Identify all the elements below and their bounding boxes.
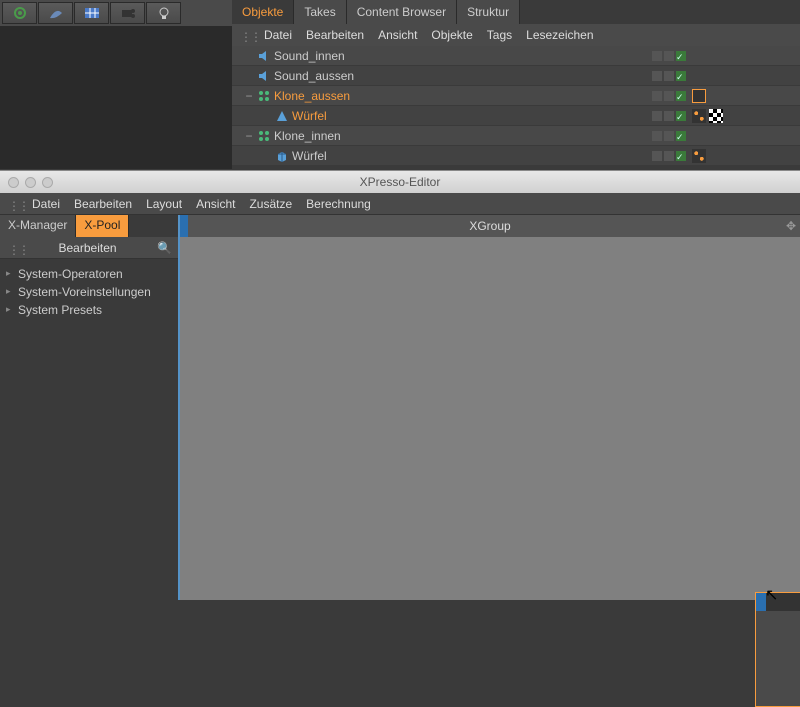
hierarchy-row[interactable]: Würfel <box>232 146 800 166</box>
object-hierarchy[interactable]: Sound_innen Sound_aussen − Klone_aussen Würf… <box>232 46 800 170</box>
xp-menu-berechnung[interactable]: Berechnung <box>306 197 371 211</box>
object-label[interactable]: Würfel <box>292 109 327 123</box>
tool-leaf-icon[interactable] <box>38 2 73 24</box>
menu-ansicht[interactable]: Ansicht <box>378 28 417 42</box>
xpresso-node[interactable]: Klone_aussen <box>755 592 800 707</box>
visibility-flags[interactable] <box>652 91 686 101</box>
xpresso-tag-icon[interactable] <box>692 89 706 103</box>
tool-bulb-icon[interactable] <box>146 2 181 24</box>
window-titlebar[interactable]: XPresso-Editor <box>0 171 800 193</box>
hierarchy-row[interactable]: − Klone_innen <box>232 126 800 146</box>
expander-icon[interactable]: − <box>244 129 254 143</box>
object-label[interactable]: Klone_innen <box>274 129 341 143</box>
xp-menu-ansicht[interactable]: Ansicht <box>196 197 235 211</box>
menu-grip-icon[interactable] <box>8 199 18 209</box>
menu-bearbeiten[interactable]: Bearbeiten <box>306 28 364 42</box>
viewport-placeholder <box>0 26 232 169</box>
menu-tags[interactable]: Tags <box>487 28 512 42</box>
canvas-header[interactable]: XGroup ✥ <box>180 215 800 237</box>
node-input-port[interactable] <box>756 593 766 611</box>
hierarchy-row[interactable]: Würfel <box>232 106 800 126</box>
tab-x-manager[interactable]: X-Manager <box>0 215 76 237</box>
tool-camera-icon[interactable] <box>110 2 145 24</box>
xpresso-window: XPresso-Editor Datei Bearbeiten Layout A… <box>0 170 800 600</box>
tab-takes[interactable]: Takes <box>294 0 346 24</box>
tool-atom-icon[interactable] <box>2 2 37 24</box>
effector-tag-icon[interactable] <box>692 149 706 163</box>
traffic-lights[interactable] <box>0 177 53 188</box>
search-icon[interactable]: 🔍 <box>157 241 172 255</box>
object-label[interactable]: Sound_innen <box>274 49 345 63</box>
xp-menu-bearbeiten[interactable]: Bearbeiten <box>74 197 132 211</box>
object-type-icon <box>275 109 289 123</box>
main-tabs: Objekte Takes Content Browser Struktur <box>232 0 800 24</box>
visibility-flags[interactable] <box>652 71 686 81</box>
object-type-icon <box>257 129 271 143</box>
visibility-flags[interactable] <box>652 51 686 61</box>
xpool-tree[interactable]: System-Operatoren System-Voreinstellunge… <box>0 259 178 325</box>
object-type-icon <box>257 49 271 63</box>
window-title: XPresso-Editor <box>360 175 441 189</box>
effector-tag-icon[interactable] <box>692 109 706 123</box>
xpool-panel: X-Manager X-Pool Bearbeiten 🔍 System-Ope… <box>0 215 180 600</box>
menu-datei[interactable]: Datei <box>264 28 292 42</box>
tab-content-browser[interactable]: Content Browser <box>347 0 457 24</box>
hierarchy-row[interactable]: Sound_innen <box>232 46 800 66</box>
xp-menu-zusaetze[interactable]: Zusätze <box>249 197 292 211</box>
object-type-icon <box>257 69 271 83</box>
visibility-flags[interactable] <box>652 131 686 141</box>
tab-objekte[interactable]: Objekte <box>232 0 294 24</box>
menu-objekte[interactable]: Objekte <box>431 28 472 42</box>
tree-system-presets[interactable]: System Presets <box>4 301 174 319</box>
hierarchy-row[interactable]: − Klone_aussen <box>232 86 800 106</box>
expand-icon[interactable]: ✥ <box>786 219 796 233</box>
xpresso-menubar: Datei Bearbeiten Layout Ansicht Zusätze … <box>0 193 800 215</box>
menu-lesezeichen[interactable]: Lesezeichen <box>526 28 593 42</box>
canvas-input-port[interactable] <box>180 215 188 237</box>
top-icon-toolbar <box>0 0 232 26</box>
menu-grip-icon[interactable] <box>8 243 18 253</box>
visibility-flags[interactable] <box>652 151 686 161</box>
tree-system-voreinstellungen[interactable]: System-Voreinstellungen <box>4 283 174 301</box>
xpool-bearbeiten[interactable]: Bearbeiten <box>59 241 117 255</box>
object-label[interactable]: Würfel <box>292 149 327 163</box>
object-menubar: Datei Bearbeiten Ansicht Objekte Tags Le… <box>232 24 800 46</box>
xp-menu-datei[interactable]: Datei <box>32 197 60 211</box>
menu-grip-icon[interactable] <box>240 30 250 40</box>
tab-x-pool[interactable]: X-Pool <box>76 215 129 237</box>
tab-struktur[interactable]: Struktur <box>457 0 520 24</box>
visibility-flags[interactable] <box>652 111 686 121</box>
node-titlebar[interactable]: Klone_aussen <box>756 593 800 611</box>
canvas-title: XGroup <box>469 219 510 233</box>
expander-icon[interactable]: − <box>244 89 254 103</box>
xp-menu-layout[interactable]: Layout <box>146 197 182 211</box>
object-type-icon <box>275 149 289 163</box>
xpresso-canvas[interactable]: XGroup ✥ Klone_aussen ↖ <box>180 215 800 600</box>
tool-grid-icon[interactable] <box>74 2 109 24</box>
object-label[interactable]: Klone_aussen <box>274 89 350 103</box>
hierarchy-row[interactable]: Sound_aussen <box>232 66 800 86</box>
object-type-icon <box>257 89 271 103</box>
tree-system-operatoren[interactable]: System-Operatoren <box>4 265 174 283</box>
texture-tag-icon[interactable] <box>709 109 723 123</box>
object-label[interactable]: Sound_aussen <box>274 69 354 83</box>
